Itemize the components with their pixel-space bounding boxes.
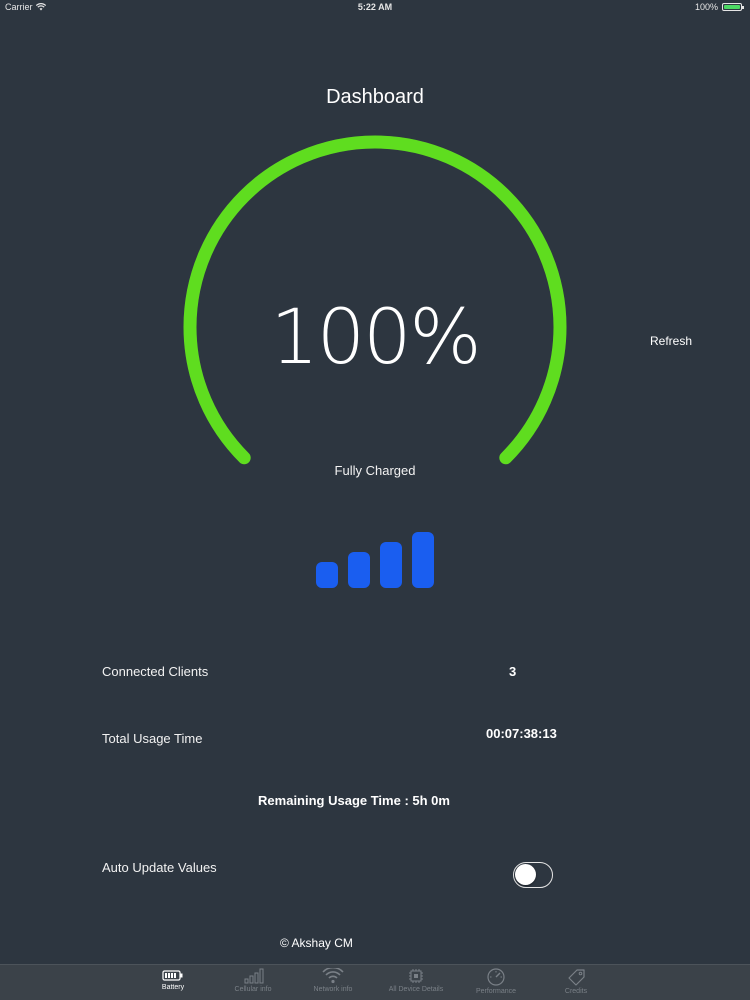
signal-bar bbox=[316, 562, 338, 588]
cellular-icon bbox=[244, 968, 264, 984]
tab-cellular-info[interactable]: Cellular info bbox=[213, 965, 293, 1000]
tab-label: Performance bbox=[475, 988, 517, 995]
total-usage-value: 00:07:38:13 bbox=[486, 726, 557, 741]
tab-label: Battery bbox=[161, 984, 185, 991]
tab-label: Cellular info bbox=[234, 986, 272, 993]
toggle-knob bbox=[515, 864, 536, 885]
chip-icon bbox=[409, 969, 423, 983]
charge-status: Fully Charged bbox=[334, 463, 416, 478]
battery-status-area: 100% bbox=[694, 2, 744, 12]
tab-battery[interactable]: Battery bbox=[133, 965, 213, 1000]
tab-label: Credits bbox=[564, 988, 588, 995]
battery-percent: 100% bbox=[270, 292, 481, 381]
tab-all-device-details[interactable]: All Device Details bbox=[376, 965, 456, 1000]
connected-clients-value: 3 bbox=[509, 664, 517, 679]
status-time: 5:22 AM bbox=[357, 2, 393, 12]
tab-performance[interactable]: Performance bbox=[456, 965, 536, 1000]
signal-bar bbox=[412, 532, 434, 588]
tab-network-info[interactable]: Network info bbox=[293, 965, 373, 1000]
battery-icon bbox=[162, 970, 183, 981]
status-bar: Carrier 5:22 AM 100% bbox=[0, 0, 750, 16]
page-title: Dashboard bbox=[326, 86, 424, 108]
signal-strength-icon bbox=[316, 532, 434, 588]
wifi-icon bbox=[322, 968, 344, 984]
total-usage-label: Total Usage Time bbox=[102, 731, 203, 746]
auto-update-label: Auto Update Values bbox=[102, 860, 217, 875]
auto-update-toggle[interactable] bbox=[513, 862, 553, 888]
tab-label: Network info bbox=[313, 986, 353, 993]
signal-bar bbox=[348, 552, 370, 588]
tab-bar: Battery Cellular info Network info All D… bbox=[0, 964, 750, 1000]
connected-clients-label: Connected Clients bbox=[102, 664, 209, 679]
tag-icon bbox=[568, 969, 585, 986]
tab-label: All Device Details bbox=[388, 986, 444, 993]
remaining-usage-time: Remaining Usage Time : 5h 0m bbox=[258, 793, 450, 808]
battery-percent-label: 100% bbox=[694, 2, 718, 12]
refresh-button[interactable]: Refresh bbox=[650, 334, 692, 348]
tab-credits[interactable]: Credits bbox=[536, 965, 616, 1000]
speedometer-icon bbox=[487, 968, 505, 986]
signal-bar bbox=[380, 542, 402, 588]
battery-status-icon bbox=[722, 3, 744, 11]
copyright-text: © Akshay CM bbox=[280, 936, 353, 950]
